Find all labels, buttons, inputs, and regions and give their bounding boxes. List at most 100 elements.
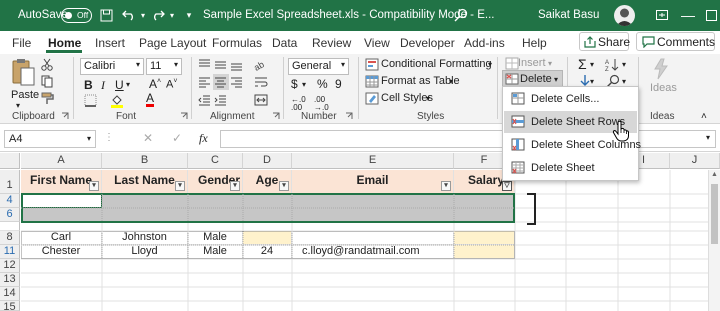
autosave-toggle[interactable]: Off: [61, 8, 92, 23]
header-cell[interactable]: Email ▾: [292, 170, 454, 194]
chevron-down-icon[interactable]: ▾: [590, 77, 594, 86]
name-box[interactable]: A4 ▾: [4, 130, 96, 148]
number-launcher-icon[interactable]: [345, 111, 353, 123]
font-color-icon[interactable]: A: [146, 92, 155, 107]
tab-developer[interactable]: Developer: [400, 36, 455, 50]
cut-icon[interactable]: [41, 58, 53, 74]
underline-dropdown-icon[interactable]: ▾: [126, 80, 130, 89]
filter-dropdown-icon[interactable]: ▾: [230, 181, 240, 191]
paste-icon[interactable]: [9, 58, 37, 88]
format-painter-icon[interactable]: [41, 92, 54, 108]
search-icon[interactable]: [453, 7, 469, 23]
column-header[interactable]: J: [670, 153, 720, 169]
font-name-combo[interactable]: Calibri ▾: [80, 58, 144, 75]
tab-formulas[interactable]: Formulas: [212, 36, 262, 50]
avatar[interactable]: [614, 5, 635, 26]
cancel-icon[interactable]: ✕: [143, 131, 153, 145]
row-header[interactable]: 12: [0, 259, 20, 273]
row-header[interactable]: 1: [0, 170, 20, 194]
ideas-icon[interactable]: [651, 58, 671, 83]
header-cell[interactable]: Age ▾: [243, 170, 292, 194]
ideas-button-label[interactable]: Ideas: [650, 82, 677, 94]
tab-help[interactable]: Help: [522, 36, 547, 50]
copy-icon[interactable]: [41, 75, 53, 91]
row-header[interactable]: 15: [0, 301, 20, 311]
redo-dropdown-icon[interactable]: ▾: [164, 7, 180, 23]
menu-item-delete-cells[interactable]: Delete Cells...: [504, 88, 637, 110]
tab-data[interactable]: Data: [272, 36, 297, 50]
sort-filter-icon[interactable]: AZ: [605, 58, 621, 75]
filter-dropdown-icon[interactable]: ▾: [175, 181, 185, 191]
bold-icon[interactable]: B: [84, 78, 93, 92]
undo-dropdown-icon[interactable]: ▾: [135, 7, 151, 23]
chevron-down-icon[interactable]: ▾: [488, 60, 492, 69]
align-left-icon[interactable]: [198, 76, 211, 91]
wrap-text-icon[interactable]: [254, 76, 268, 91]
filter-active-icon[interactable]: ▽: [502, 181, 512, 191]
font-size-combo[interactable]: 11 ▾: [146, 58, 182, 75]
row-header[interactable]: 11: [0, 245, 20, 259]
decrease-font-icon[interactable]: A˅: [166, 78, 177, 91]
top-align-icon[interactable]: [198, 59, 211, 74]
paste-label[interactable]: Paste: [11, 89, 39, 101]
filter-dropdown-icon[interactable]: ▾: [279, 181, 289, 191]
tab-add-ins[interactable]: Add-ins: [464, 36, 505, 50]
vertical-scrollbar[interactable]: ▲: [708, 170, 720, 311]
header-cell[interactable]: First Name ▾: [21, 170, 102, 194]
insert-button[interactable]: Insert: [518, 57, 546, 69]
increase-decimal-icon[interactable]: ←.0.00: [291, 96, 306, 112]
chevron-down-icon[interactable]: ▾: [426, 94, 430, 103]
scrollbar-thumb[interactable]: [711, 184, 718, 244]
share-button[interactable]: Share: [579, 32, 630, 51]
comments-button[interactable]: Comments: [636, 32, 715, 51]
chevron-down-icon[interactable]: ▾: [548, 59, 552, 68]
more-options-icon[interactable]: ⋮: [104, 132, 114, 143]
font-launcher-icon[interactable]: [180, 111, 188, 123]
decrease-indent-icon[interactable]: [198, 94, 211, 109]
chevron-down-icon[interactable]: ▾: [449, 77, 453, 86]
row-header[interactable]: 8: [0, 231, 20, 245]
column-header[interactable]: C: [188, 153, 243, 169]
select-all-corner[interactable]: [0, 153, 20, 169]
format-as-table-button[interactable]: Format as Table: [381, 75, 460, 87]
currency-icon[interactable]: $: [291, 77, 298, 91]
increase-indent-icon[interactable]: [214, 94, 227, 109]
header-cell[interactable]: Last Name ▾: [102, 170, 188, 194]
tab-review[interactable]: Review: [312, 36, 351, 50]
customize-quick-access-icon[interactable]: ▾: [181, 7, 197, 23]
column-header[interactable]: A: [21, 153, 102, 169]
tab-insert[interactable]: Insert: [95, 36, 125, 50]
maximize-icon[interactable]: [703, 7, 719, 23]
tab-view[interactable]: View: [364, 36, 390, 50]
filter-dropdown-icon[interactable]: ▾: [441, 181, 451, 191]
currency-dropdown-icon[interactable]: ▾: [302, 80, 306, 89]
tab-file[interactable]: File: [12, 36, 31, 50]
fill-color-icon[interactable]: [110, 94, 124, 111]
borders-icon[interactable]: [84, 94, 97, 110]
conditional-formatting-button[interactable]: Conditional Formatting: [381, 58, 492, 70]
middle-align-icon[interactable]: [214, 59, 227, 74]
underline-icon[interactable]: U: [115, 78, 124, 92]
insert-function-icon[interactable]: fx: [199, 131, 208, 146]
expand-formula-bar-icon[interactable]: ▾: [706, 133, 710, 142]
align-right-icon[interactable]: [230, 76, 243, 91]
header-cell[interactable]: Gender ▾: [188, 170, 243, 194]
center-align-icon[interactable]: [213, 74, 229, 90]
scroll-up-icon[interactable]: ▲: [711, 171, 718, 178]
merge-center-icon[interactable]: [254, 94, 268, 109]
row-header[interactable]: 6: [0, 208, 20, 222]
clipboard-launcher-icon[interactable]: [61, 111, 69, 123]
delete-button[interactable]: Delete ▾: [502, 70, 563, 87]
orientation-icon[interactable]: ab: [252, 58, 268, 74]
save-icon[interactable]: [98, 7, 114, 23]
column-header[interactable]: B: [102, 153, 188, 169]
menu-item-delete-sheet[interactable]: Delete Sheet: [504, 157, 637, 179]
bottom-align-icon[interactable]: [230, 59, 243, 74]
minimize-icon[interactable]: —: [680, 7, 696, 23]
formula-input[interactable]: [220, 130, 716, 148]
collapse-ribbon-icon[interactable]: ˄: [701, 111, 707, 122]
chevron-down-icon[interactable]: ▾: [622, 60, 626, 69]
chevron-down-icon[interactable]: ▾: [590, 60, 594, 69]
tab-page-layout[interactable]: Page Layout: [139, 36, 206, 50]
row-header[interactable]: 13: [0, 273, 20, 287]
